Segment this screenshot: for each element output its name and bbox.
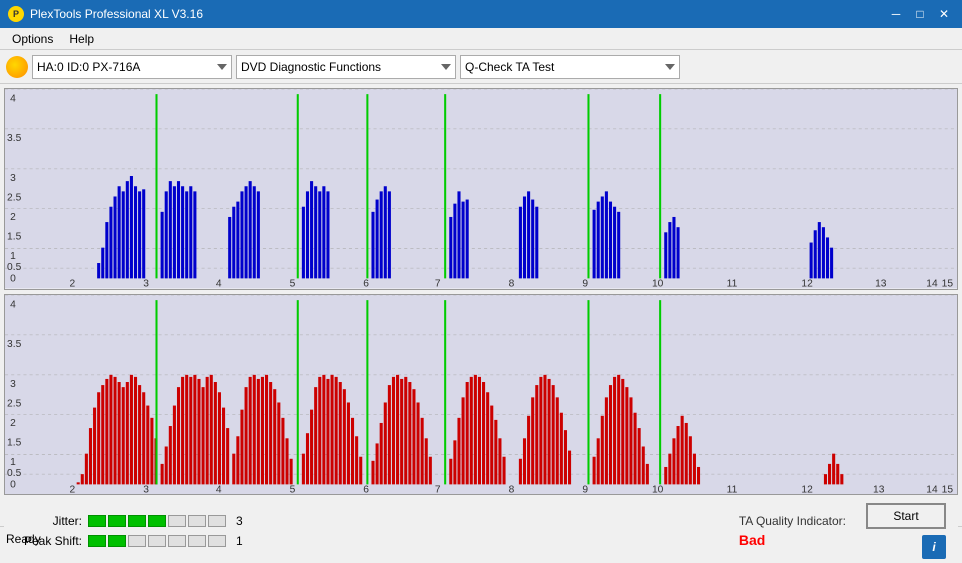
svg-text:0.5: 0.5 <box>7 468 22 479</box>
menu-options[interactable]: Options <box>4 30 61 48</box>
top-chart-svg: 4 3.5 3 2.5 2 1.5 1 0.5 0 <box>5 89 957 289</box>
svg-text:9: 9 <box>582 484 588 494</box>
svg-text:6: 6 <box>363 484 369 494</box>
bottom-chart: 4 3.5 3 2.5 2 1.5 1 0.5 0 <box>4 294 958 496</box>
svg-text:3: 3 <box>10 173 16 184</box>
svg-text:5: 5 <box>290 279 296 289</box>
peakshift-block-3 <box>128 535 146 547</box>
jitter-block-3 <box>128 515 146 527</box>
svg-text:12: 12 <box>801 484 813 494</box>
app-logo-icon: P <box>8 6 24 22</box>
svg-text:1.5: 1.5 <box>7 437 22 448</box>
svg-text:4: 4 <box>216 279 222 289</box>
svg-text:15: 15 <box>942 484 954 494</box>
info-button[interactable]: i <box>922 535 946 559</box>
jitter-block-1 <box>88 515 106 527</box>
svg-text:13: 13 <box>873 484 885 494</box>
svg-text:0: 0 <box>10 479 16 490</box>
menu-help[interactable]: Help <box>61 30 102 48</box>
svg-text:1: 1 <box>10 457 16 468</box>
toolbar: HA:0 ID:0 PX-716A DVD Diagnostic Functio… <box>0 50 962 84</box>
jitter-label: Jitter: <box>12 514 82 528</box>
jitter-row: Jitter: 3 <box>12 514 719 528</box>
device-select[interactable]: HA:0 ID:0 PX-716A <box>32 55 232 79</box>
bottom-panel: Jitter: 3 Peak Shift: <box>4 499 958 563</box>
svg-text:15: 15 <box>942 279 954 289</box>
menu-bar: Options Help <box>0 28 962 50</box>
svg-text:11: 11 <box>727 484 738 494</box>
svg-text:2: 2 <box>69 279 75 289</box>
app-title: PlexTools Professional XL V3.16 <box>30 7 203 21</box>
peakshift-block-6 <box>188 535 206 547</box>
status-text: Ready <box>6 532 41 546</box>
svg-text:10: 10 <box>652 484 664 494</box>
svg-text:2: 2 <box>69 484 75 494</box>
svg-text:2: 2 <box>10 418 16 429</box>
svg-text:0: 0 <box>10 273 16 284</box>
bottom-chart-svg: 4 3.5 3 2.5 2 1.5 1 0.5 0 <box>5 295 957 495</box>
peakshift-block-1 <box>88 535 106 547</box>
ta-quality-value: Bad <box>739 532 765 548</box>
svg-text:7: 7 <box>435 279 441 289</box>
svg-text:2.5: 2.5 <box>7 398 22 409</box>
svg-text:4: 4 <box>216 484 222 494</box>
svg-text:14: 14 <box>926 279 938 289</box>
start-button[interactable]: Start <box>866 503 946 529</box>
peakshift-row: Peak Shift: 1 <box>12 534 719 548</box>
svg-text:13: 13 <box>875 279 887 289</box>
jitter-block-5 <box>168 515 186 527</box>
metrics-area: Jitter: 3 Peak Shift: <box>12 514 719 548</box>
svg-text:3: 3 <box>143 484 149 494</box>
svg-text:1: 1 <box>10 251 16 262</box>
svg-text:2: 2 <box>10 212 16 223</box>
jitter-block-2 <box>108 515 126 527</box>
toolbar-logo-icon <box>6 56 28 78</box>
svg-text:5: 5 <box>290 484 296 494</box>
svg-text:3: 3 <box>10 379 16 390</box>
title-bar-left: P PlexTools Professional XL V3.16 <box>8 6 203 22</box>
peakshift-meter <box>88 535 226 547</box>
ta-quality-area: TA Quality Indicator: Bad <box>719 514 866 548</box>
top-chart: 4 3.5 3 2.5 2 1.5 1 0.5 0 <box>4 88 958 290</box>
svg-text:0.5: 0.5 <box>7 262 22 273</box>
jitter-block-6 <box>188 515 206 527</box>
peakshift-block-7 <box>208 535 226 547</box>
svg-text:4: 4 <box>10 93 16 104</box>
maximize-button[interactable]: □ <box>910 6 930 22</box>
svg-text:8: 8 <box>509 279 515 289</box>
svg-text:10: 10 <box>652 279 664 289</box>
jitter-meter <box>88 515 226 527</box>
svg-text:14: 14 <box>926 484 938 494</box>
jitter-block-7 <box>208 515 226 527</box>
svg-text:2.5: 2.5 <box>7 193 22 204</box>
peakshift-value: 1 <box>236 534 243 548</box>
close-button[interactable]: ✕ <box>934 6 954 22</box>
svg-text:7: 7 <box>435 484 441 494</box>
svg-text:1.5: 1.5 <box>7 231 22 242</box>
svg-text:12: 12 <box>801 279 813 289</box>
jitter-block-4 <box>148 515 166 527</box>
title-bar: P PlexTools Professional XL V3.16 ─ □ ✕ <box>0 0 962 28</box>
peakshift-block-2 <box>108 535 126 547</box>
title-bar-controls[interactable]: ─ □ ✕ <box>886 6 954 22</box>
jitter-value: 3 <box>236 514 243 528</box>
peakshift-block-4 <box>148 535 166 547</box>
peakshift-block-5 <box>168 535 186 547</box>
start-area: Start i <box>866 503 950 559</box>
ta-quality-label: TA Quality Indicator: <box>739 514 846 528</box>
minimize-button[interactable]: ─ <box>886 6 906 22</box>
main-content: 4 3.5 3 2.5 2 1.5 1 0.5 0 <box>0 84 962 526</box>
svg-text:3.5: 3.5 <box>7 339 22 350</box>
test-select[interactable]: Q-Check TA Test <box>460 55 680 79</box>
function-select[interactable]: DVD Diagnostic Functions <box>236 55 456 79</box>
svg-text:11: 11 <box>727 279 738 289</box>
charts-area: 4 3.5 3 2.5 2 1.5 1 0.5 0 <box>4 88 958 495</box>
svg-text:3: 3 <box>143 279 149 289</box>
svg-text:6: 6 <box>363 279 369 289</box>
svg-text:8: 8 <box>509 484 515 494</box>
svg-text:3.5: 3.5 <box>7 133 22 144</box>
svg-text:9: 9 <box>582 279 588 289</box>
svg-text:4: 4 <box>10 299 16 310</box>
